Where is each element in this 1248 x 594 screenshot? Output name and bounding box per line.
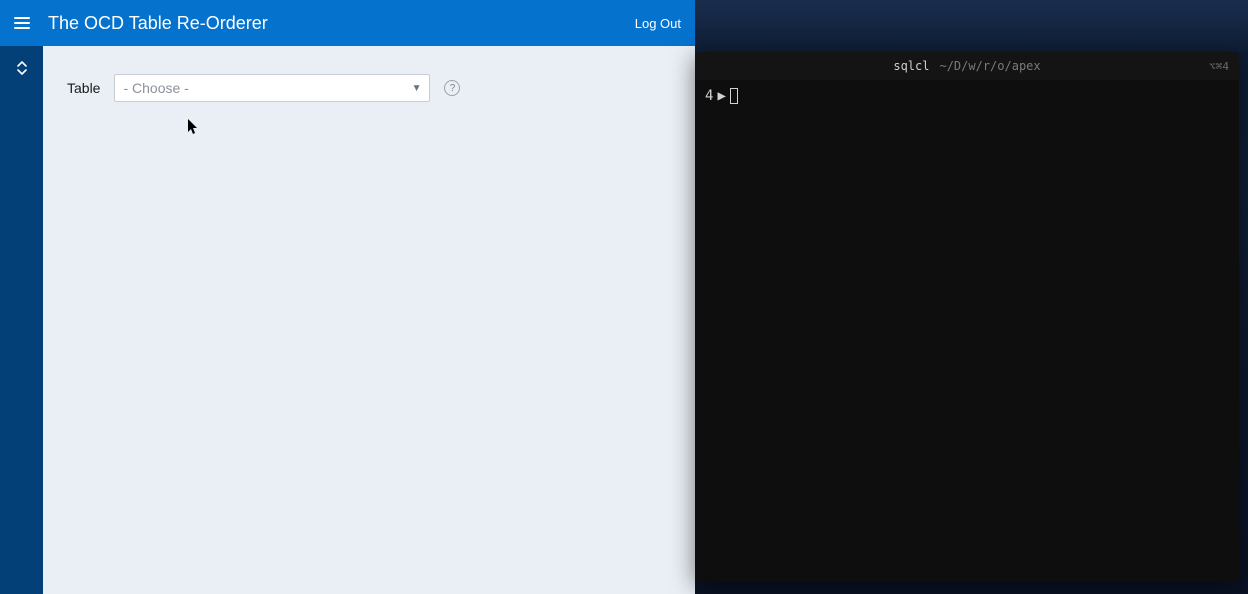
chevron-down-icon: ▼ — [412, 83, 422, 94]
table-select[interactable]: - Choose - ▼ — [114, 74, 430, 102]
desktop-pane: sqlcl ~/D/w/r/o/apex ⌥⌘4 4 ▶ — [695, 0, 1248, 594]
app-pane: The OCD Table Re-Orderer Log Out Table -… — [0, 0, 695, 594]
logout-link[interactable]: Log Out — [635, 16, 681, 31]
terminal-title-path: ~/D/w/r/o/apex — [939, 59, 1040, 73]
header-left: The OCD Table Re-Orderer — [14, 13, 268, 34]
terminal-body[interactable]: 4 ▶ — [695, 80, 1239, 112]
terminal-cursor — [730, 88, 738, 104]
content-area: Table - Choose - ▼ ? — [43, 46, 695, 594]
body-row: Table - Choose - ▼ ? — [0, 46, 695, 594]
sidebar — [0, 46, 43, 594]
expand-collapse-icon[interactable] — [15, 60, 29, 81]
wallpaper — [695, 0, 1248, 52]
menu-icon[interactable] — [14, 17, 30, 29]
terminal-shortcut-label: ⌥⌘4 — [1209, 60, 1229, 73]
table-select-placeholder: - Choose - — [123, 80, 188, 96]
table-field-label: Table — [67, 80, 100, 96]
terminal-titlebar[interactable]: sqlcl ~/D/w/r/o/apex ⌥⌘4 — [695, 52, 1239, 80]
terminal-title-process: sqlcl — [893, 59, 929, 73]
terminal-prompt-arrow-icon: ▶ — [717, 88, 725, 104]
app-header: The OCD Table Re-Orderer Log Out — [0, 0, 695, 46]
terminal-prompt-number: 4 — [705, 88, 713, 104]
app-title: The OCD Table Re-Orderer — [48, 13, 268, 34]
table-field-row: Table - Choose - ▼ ? — [67, 74, 671, 102]
terminal-window[interactable]: sqlcl ~/D/w/r/o/apex ⌥⌘4 4 ▶ — [695, 52, 1239, 582]
help-icon[interactable]: ? — [444, 80, 460, 96]
